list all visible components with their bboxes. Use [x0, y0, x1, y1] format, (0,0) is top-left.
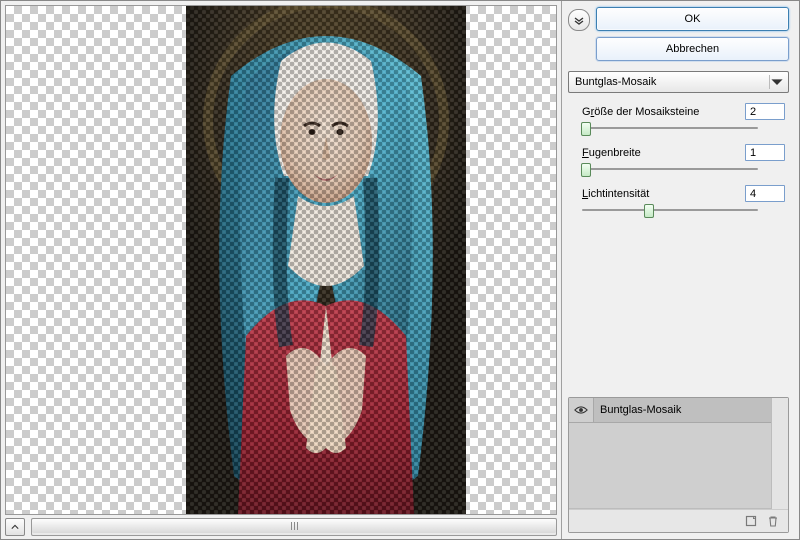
effect-layers-list: Buntglas-Mosaik	[569, 398, 771, 509]
new-effect-layer-button[interactable]	[744, 514, 758, 528]
trash-icon	[767, 515, 779, 527]
zoom-menu-button[interactable]	[5, 518, 25, 536]
preview-hscrollbar[interactable]	[31, 518, 557, 536]
param-cell-size-label: Größe der Mosaiksteine	[582, 106, 699, 118]
collapse-toggle[interactable]	[568, 9, 590, 31]
param-border-label: Fugenbreite	[582, 147, 641, 159]
preview-hscrollbar-thumb[interactable]	[32, 519, 556, 533]
top-row: OK Abbrechen	[568, 7, 789, 61]
visibility-toggle[interactable]	[569, 398, 594, 422]
effect-layer-row[interactable]: Buntglas-Mosaik	[569, 398, 771, 423]
preview-bottom-bar	[5, 519, 557, 535]
slider-thumb[interactable]	[581, 122, 591, 136]
eye-icon	[574, 405, 588, 415]
effect-layer-label: Buntglas-Mosaik	[594, 404, 681, 416]
filter-params: Größe der Mosaiksteine Fugenbreite	[568, 99, 789, 216]
filter-gallery-dialog: OK Abbrechen Buntglas-Mosaik Größe der M…	[0, 0, 800, 540]
effect-layers-empty	[569, 423, 771, 508]
param-light: Lichtintensität	[582, 185, 785, 216]
new-layer-icon	[745, 515, 757, 527]
filter-select-label: Buntglas-Mosaik	[575, 76, 656, 88]
side-panel: OK Abbrechen Buntglas-Mosaik Größe der M…	[562, 1, 799, 539]
param-light-label: Lichtintensität	[582, 188, 649, 200]
preview-pane	[1, 1, 562, 539]
cancel-button[interactable]: Abbrechen	[596, 37, 789, 61]
param-cell-size-slider[interactable]	[582, 122, 758, 134]
param-cell-size-input[interactable]	[745, 103, 785, 120]
param-border-slider[interactable]	[582, 163, 758, 175]
slider-thumb[interactable]	[644, 204, 654, 218]
param-light-input[interactable]	[745, 185, 785, 202]
slider-thumb[interactable]	[581, 163, 591, 177]
ok-button[interactable]: OK	[596, 7, 789, 31]
effect-layers-panel: Buntglas-Mosaik	[568, 397, 789, 533]
param-border-input[interactable]	[745, 144, 785, 161]
effect-layers-scrollbar[interactable]	[771, 398, 788, 509]
param-border: Fugenbreite	[582, 144, 785, 175]
preview-canvas[interactable]	[5, 5, 557, 515]
chevron-down-icon	[769, 75, 784, 89]
param-cell-size: Größe der Mosaiksteine	[582, 103, 785, 134]
preview-image	[186, 6, 466, 514]
param-light-slider[interactable]	[582, 204, 758, 216]
filter-select[interactable]: Buntglas-Mosaik	[568, 71, 789, 93]
delete-effect-layer-button[interactable]	[766, 514, 780, 528]
effect-layers-footer	[569, 509, 788, 532]
